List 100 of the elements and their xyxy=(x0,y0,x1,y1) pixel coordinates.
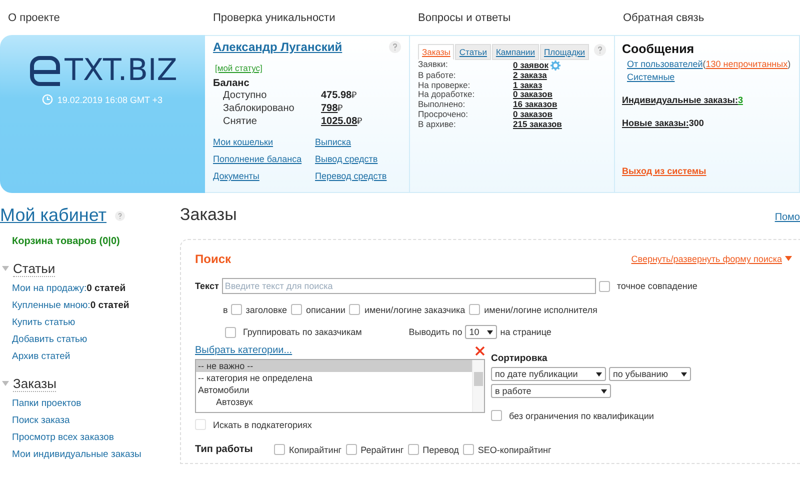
scrollbar[interactable] xyxy=(472,360,484,412)
balance-label: Заблокировано xyxy=(223,102,296,115)
sidebar-link[interactable]: Архив статей xyxy=(12,351,70,362)
help-icon[interactable] xyxy=(114,210,125,220)
checkbox[interactable] xyxy=(291,304,302,315)
top-nav-link[interactable]: Обратная связь xyxy=(615,12,800,24)
help-icon[interactable] xyxy=(389,41,401,53)
caret-icon[interactable] xyxy=(2,381,9,387)
section-heading[interactable]: Заказы xyxy=(13,376,56,392)
per-page-suffix: на странице xyxy=(500,327,552,337)
individual-orders-link[interactable]: Индивидуальные заказы: xyxy=(622,95,738,105)
section-heading[interactable]: Статьи xyxy=(13,261,56,277)
top-nav-link[interactable]: Проверка уникальности xyxy=(205,12,410,24)
cabinet-title-link[interactable]: Мой кабинет xyxy=(0,205,107,226)
unread-link[interactable]: 130 непрочитанных xyxy=(706,59,788,69)
category-option[interactable]: Автомобили xyxy=(196,384,472,396)
checkbox-label: SEO-копирайтинг xyxy=(478,444,552,454)
in-label: в xyxy=(223,304,228,314)
category-option[interactable]: -- категория не определена xyxy=(196,372,472,384)
individual-orders-count[interactable]: 3 xyxy=(738,95,743,105)
order-count-link[interactable]: 0 заявок xyxy=(513,60,548,70)
account-link[interactable]: Пополнение баланса xyxy=(213,154,315,164)
orders-tab[interactable]: Кампании xyxy=(492,44,539,60)
sidebar-link[interactable]: Просмотр всех заказов xyxy=(12,432,114,443)
toggle-search-link[interactable]: Свернуть/развернуть форму поиска xyxy=(631,254,792,264)
checkbox[interactable] xyxy=(491,410,502,421)
status-select[interactable]: в работе xyxy=(491,384,611,398)
checkbox[interactable] xyxy=(462,444,474,455)
order-count-link[interactable]: 16 заказов xyxy=(513,100,558,110)
cart-link[interactable]: Корзина товаров (0|0) xyxy=(12,236,180,247)
order-count-link[interactable]: 0 заказов xyxy=(513,90,552,100)
logout-link[interactable]: Выход из системы xyxy=(622,166,797,176)
checkbox[interactable] xyxy=(225,326,236,338)
help-link[interactable]: Помо xyxy=(774,212,800,223)
checkbox[interactable] xyxy=(349,304,360,315)
sort-heading: Сортировка xyxy=(491,353,548,364)
order-status-label: Выполнено: xyxy=(418,100,466,110)
search-heading: Поиск xyxy=(195,252,232,266)
order-status-label: На доработке: xyxy=(418,90,476,100)
account-link[interactable]: Вывод средств xyxy=(315,154,401,164)
order-count-link[interactable]: 215 заказов xyxy=(513,120,562,130)
checkbox[interactable] xyxy=(469,304,480,315)
category-listbox[interactable]: -- не важно -- -- категория не определена Автомобили Автозвук xyxy=(195,359,485,413)
sidebar-link[interactable]: Добавить статью xyxy=(12,334,88,345)
new-orders-link[interactable]: Новые заказы: xyxy=(622,118,689,128)
orders-tab[interactable]: Статьи xyxy=(455,44,491,60)
text-label: Текст xyxy=(195,281,219,291)
sort-by-select[interactable]: по дате публикации xyxy=(491,367,606,381)
caret-icon xyxy=(785,256,792,262)
checkbox[interactable] xyxy=(598,280,610,292)
system-messages-link[interactable]: Системные xyxy=(627,72,675,82)
orders-tab[interactable]: Площадки xyxy=(540,44,590,60)
help-icon[interactable] xyxy=(594,44,606,56)
order-count-link[interactable]: 1 заказ xyxy=(513,80,542,90)
close-icon[interactable] xyxy=(475,346,485,356)
checkbox[interactable] xyxy=(346,444,357,455)
order-status-label: В архиве: xyxy=(418,120,456,130)
checkbox-label: имени/логине исполнителя xyxy=(484,304,598,314)
caret-icon[interactable] xyxy=(2,266,9,272)
logo-mark-icon xyxy=(28,56,62,86)
choose-categories-link[interactable]: Выбрать категории... xyxy=(195,345,292,356)
checkbox-label: без ограничения по квалификации xyxy=(509,410,654,420)
account-link[interactable]: Выписка xyxy=(315,137,401,147)
account-link[interactable]: Документы xyxy=(213,171,315,181)
checkbox-label: точное совпадение xyxy=(616,281,698,291)
balance-amount-link[interactable]: 1025.08 xyxy=(321,116,358,127)
sidebar-link[interactable]: Купить статью xyxy=(12,317,76,328)
paren: ( xyxy=(702,59,706,69)
date-time: 19.02.2019 16:08 GMT +3 xyxy=(57,94,163,104)
top-nav-link[interactable]: Вопросы и ответы xyxy=(410,12,615,24)
account-link[interactable]: Мои кошельки xyxy=(213,137,315,147)
search-text-field[interactable]: Введите текст для поиска xyxy=(222,278,596,294)
gear-icon[interactable] xyxy=(550,60,562,71)
category-option[interactable]: -- не важно -- xyxy=(196,360,472,372)
user-name-link[interactable]: Александр Луганский xyxy=(213,40,342,54)
orders-tab[interactable]: Заказы xyxy=(418,44,454,60)
checkbox[interactable] xyxy=(408,444,419,455)
order-count-link[interactable]: 2 заказа xyxy=(513,71,547,81)
caret-icon xyxy=(596,372,602,376)
sidebar-link[interactable]: Поиск заказа xyxy=(12,415,70,426)
checkbox-label: Искать в подкатегориях xyxy=(213,420,312,430)
balance-heading: Баланс xyxy=(213,78,250,89)
sidebar-link[interactable]: Мои индивидуальные заказы xyxy=(12,449,142,460)
sidebar-link[interactable]: Папки проектов xyxy=(12,398,82,409)
account-link[interactable]: Перевод средств xyxy=(315,171,401,181)
status-link[interactable]: [мой статус] xyxy=(215,63,262,73)
checkbox[interactable] xyxy=(230,304,242,315)
page-title: Заказы xyxy=(180,205,237,225)
checkbox[interactable] xyxy=(274,444,285,455)
per-page-select[interactable]: 10 xyxy=(465,325,498,339)
top-nav-link[interactable]: О проекте xyxy=(0,12,205,24)
sidebar-link[interactable]: Купленные мною: xyxy=(12,300,90,311)
sort-order-select[interactable]: по убыванию xyxy=(609,367,691,381)
category-option[interactable]: Автозвук xyxy=(196,396,472,408)
user-messages-link[interactable]: От пользователей xyxy=(627,59,703,69)
order-count-link[interactable]: 0 заказов xyxy=(513,110,552,120)
caret-icon xyxy=(601,388,607,394)
order-status-label: Просрочено: xyxy=(418,110,470,120)
sidebar-link[interactable]: Мои на продажу: xyxy=(12,283,87,294)
balance-amount-link[interactable]: 798 xyxy=(321,103,338,114)
